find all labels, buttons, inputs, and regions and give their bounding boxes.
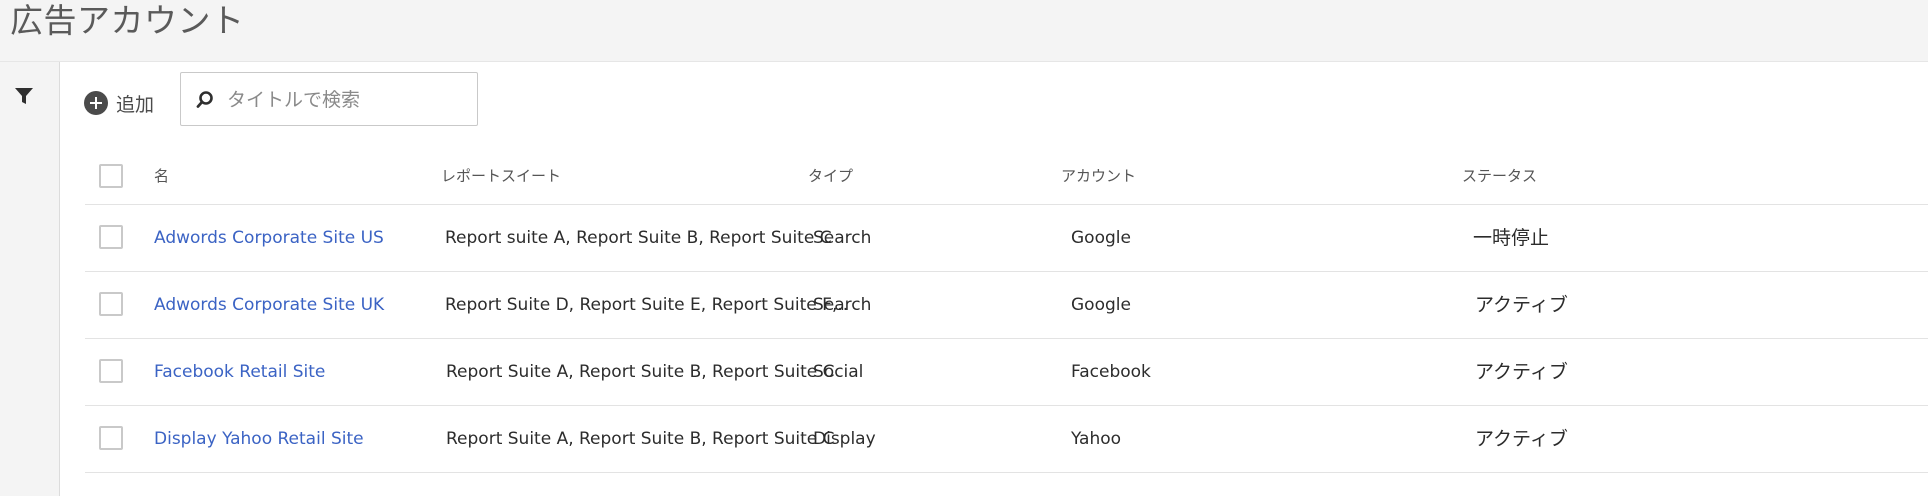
table-header: 名 レポートスイート タイプ アカウント ステータス: [85, 148, 1928, 205]
table-row: Display Yahoo Retail Site Report Suite A…: [85, 406, 1928, 473]
account-cell: Yahoo: [1071, 429, 1122, 449]
account-cell: Google: [1071, 295, 1131, 315]
report-suites-cell: Report Suite A, Report Suite B, Report S…: [446, 362, 835, 382]
row-checkbox[interactable]: [99, 292, 123, 316]
row-checkbox[interactable]: [99, 359, 123, 383]
status-cell: アクティブ: [1475, 428, 1568, 450]
table-row: Adwords Corporate Site US Report suite A…: [85, 205, 1928, 272]
account-name-link[interactable]: Adwords Corporate Site UK: [154, 272, 384, 338]
account-name-link[interactable]: Adwords Corporate Site US: [154, 205, 384, 271]
plus-circle-icon: [84, 91, 108, 115]
column-header-status[interactable]: ステータス: [1462, 148, 1537, 204]
add-label: 追加: [116, 93, 155, 116]
report-suites-cell: Report Suite A, Report Suite B, Report S…: [446, 429, 835, 449]
row-checkbox[interactable]: [99, 426, 123, 450]
search-input[interactable]: [225, 73, 469, 127]
report-suites-cell: Report Suite D, Report Suite E, Report S…: [445, 295, 849, 315]
left-rail: [0, 62, 60, 496]
filter-icon: [15, 88, 33, 104]
search-box[interactable]: [180, 72, 478, 127]
report-suites-cell: Report suite A, Report Suite B, Report S…: [445, 228, 832, 248]
table-row: Adwords Corporate Site UK Report Suite D…: [85, 272, 1928, 339]
column-header-report-suites[interactable]: レポートスイート: [441, 148, 561, 204]
account-cell: Facebook: [1071, 362, 1151, 382]
accounts-table: 名 レポートスイート タイプ アカウント ステータス Adwords Corpo…: [85, 148, 1928, 473]
account-name-link[interactable]: Facebook Retail Site: [154, 339, 325, 405]
column-header-account[interactable]: アカウント: [1061, 148, 1136, 204]
select-all-checkbox[interactable]: [99, 164, 123, 188]
type-cell: Social: [813, 362, 864, 382]
add-button[interactable]: 追加: [84, 88, 154, 118]
page-title: 広告アカウント: [10, 1, 245, 40]
search-icon: [196, 91, 213, 108]
main-content: 追加 名 レポートスイート タイプ アカウント ステータス Adwords Co…: [60, 62, 1928, 496]
type-cell: Display: [813, 429, 876, 449]
type-cell: Search: [813, 228, 872, 248]
column-header-type[interactable]: タイプ: [808, 148, 853, 204]
column-header-name[interactable]: 名: [154, 148, 169, 204]
status-cell: 一時停止: [1473, 227, 1550, 249]
status-cell: アクティブ: [1475, 361, 1568, 383]
page-header: 広告アカウント: [0, 0, 1928, 62]
account-name-link[interactable]: Display Yahoo Retail Site: [154, 406, 364, 472]
table-row: Facebook Retail Site Report Suite A, Rep…: [85, 339, 1928, 406]
account-cell: Google: [1071, 228, 1131, 248]
row-checkbox[interactable]: [99, 225, 123, 249]
status-cell: アクティブ: [1475, 294, 1568, 316]
type-cell: Search: [813, 295, 872, 315]
filter-button[interactable]: [12, 84, 36, 108]
